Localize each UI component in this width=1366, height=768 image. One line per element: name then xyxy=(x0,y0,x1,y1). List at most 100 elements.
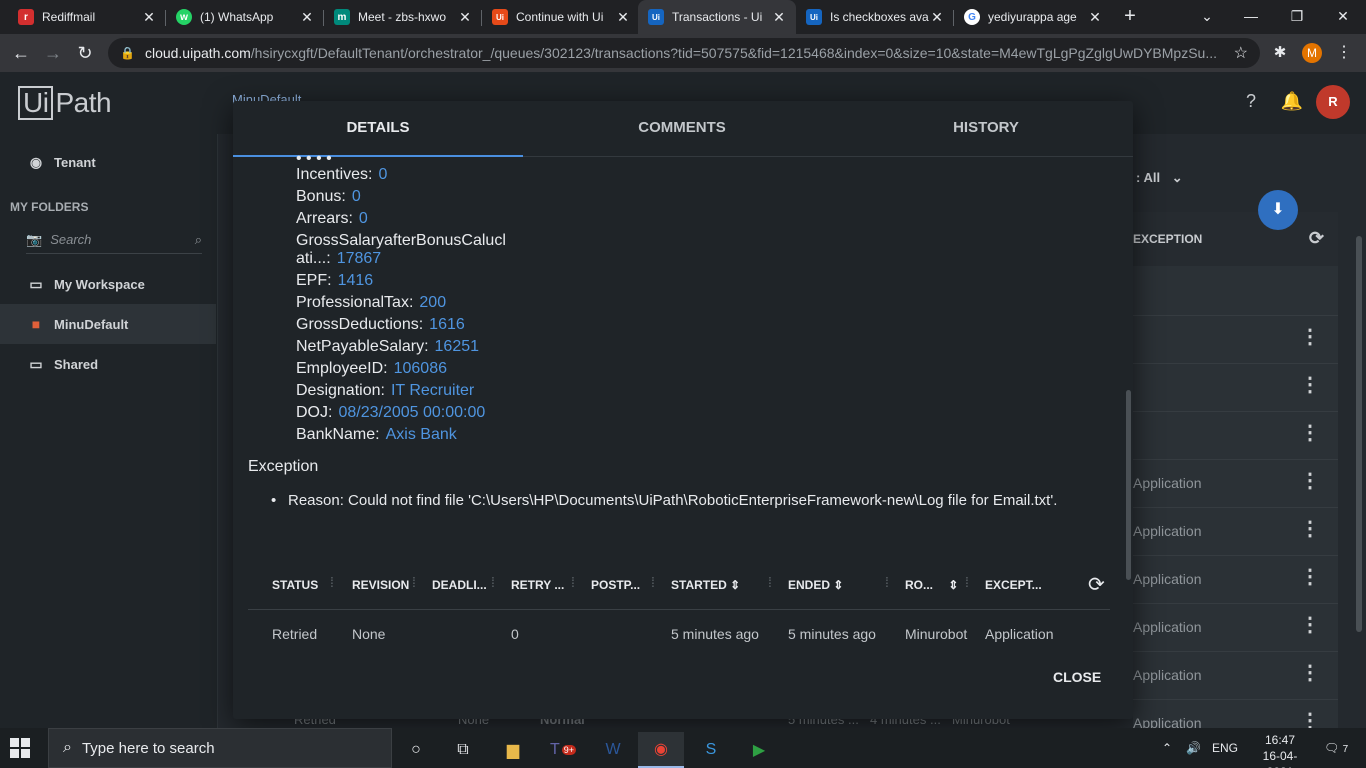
column-resize-handle[interactable]: ⁞ xyxy=(885,574,890,590)
download-button[interactable]: ⬇ xyxy=(1258,190,1298,230)
cortana-icon[interactable]: ○ xyxy=(393,732,439,768)
more-options-icon[interactable]: ⋮ xyxy=(1300,567,1320,587)
column-header-started[interactable]: STARTED ⇕ xyxy=(671,578,740,592)
close-button[interactable]: CLOSE xyxy=(1053,669,1101,685)
sidebar-item-shared[interactable]: ▭ Shared xyxy=(0,344,216,384)
transactions-grid: EXCEPTION ⟳ ⋮ ⋮ ⋮ Application ⋮ Applicati… xyxy=(1133,212,1338,731)
close-tab-icon[interactable]: ✕ xyxy=(772,9,786,26)
column-header-retry[interactable]: RETRY ... xyxy=(511,578,564,592)
uipath-studio-icon[interactable]: S xyxy=(688,732,734,768)
folder-search-input[interactable]: 📷 Search ⌕ xyxy=(26,226,202,254)
clock[interactable]: 16:47 16-04-2021 xyxy=(1250,732,1310,768)
task-view-icon[interactable]: ⧉ xyxy=(440,732,486,768)
volume-icon[interactable]: 🔊 xyxy=(1186,728,1201,768)
user-avatar[interactable]: R xyxy=(1316,85,1350,119)
sidebar-item-minudefault[interactable]: ■ MinuDefault xyxy=(0,304,216,344)
table-row[interactable]: ⋮ xyxy=(1133,315,1338,363)
reload-icon[interactable]: ↻ xyxy=(70,38,100,68)
notification-center-icon[interactable]: 🗨 7 xyxy=(1324,728,1348,768)
filter-dropdown[interactable]: : All ⌄ xyxy=(1136,170,1183,186)
restore-icon[interactable]: ❐ xyxy=(1274,0,1320,34)
dialog-scrollbar[interactable] xyxy=(1126,390,1131,580)
column-header-robot[interactable]: RO... ⇕ xyxy=(905,578,958,592)
table-row[interactable]: Application ⋮ xyxy=(1133,555,1338,603)
browser-tab[interactable]: r Rediffmail ✕ xyxy=(8,0,166,34)
table-row[interactable]: ⋮ xyxy=(1133,363,1338,411)
column-header-postpone[interactable]: POSTP... xyxy=(591,578,640,592)
field-value: 1616 xyxy=(429,316,465,333)
column-header-status[interactable]: STATUS xyxy=(272,578,318,592)
browser-tab[interactable]: w (1) WhatsApp ✕ xyxy=(166,0,324,34)
close-tab-icon[interactable]: ✕ xyxy=(142,9,156,26)
column-header-deadline[interactable]: DEADLI... xyxy=(432,578,487,592)
close-tab-icon[interactable]: ✕ xyxy=(300,9,314,26)
more-options-icon[interactable]: ⋮ xyxy=(1300,663,1320,683)
taskbar-search-input[interactable]: ⌕ Type here to search xyxy=(48,728,392,768)
browser-tab[interactable]: G yediyurappa age ✕ xyxy=(954,0,1112,34)
extensions-puzzle-icon[interactable]: ✱ xyxy=(1270,43,1290,63)
bookmark-star-icon[interactable]: ☆ xyxy=(1234,43,1248,63)
table-row[interactable]: Application ⋮ xyxy=(1133,507,1338,555)
tab-history[interactable]: HISTORY xyxy=(841,101,1131,157)
column-header-exception[interactable]: EXCEPTION xyxy=(1133,232,1202,246)
refresh-icon[interactable]: ⟳ xyxy=(1088,572,1105,597)
more-options-icon[interactable]: ⋮ xyxy=(1300,423,1320,443)
word-icon[interactable]: W xyxy=(590,732,636,768)
column-resize-handle[interactable]: ⁞ xyxy=(412,574,417,590)
windows-start-icon[interactable] xyxy=(10,738,30,758)
tray-chevron-icon[interactable]: ⌃ xyxy=(1162,728,1172,768)
dialog-tabs: DETAILS COMMENTS HISTORY xyxy=(233,101,1133,157)
more-options-icon[interactable]: ⋮ xyxy=(1300,615,1320,635)
table-row[interactable]: Application ⋮ xyxy=(1133,603,1338,651)
close-window-icon[interactable]: ✕ xyxy=(1320,0,1366,34)
uipath-logo[interactable]: Ui Path xyxy=(18,86,112,120)
more-options-icon[interactable]: ⋮ xyxy=(1300,471,1320,491)
column-header-exception[interactable]: EXCEPT... xyxy=(985,578,1042,592)
column-header-ended[interactable]: ENDED ⇕ xyxy=(788,578,843,592)
profile-avatar[interactable]: M xyxy=(1302,43,1322,63)
notification-bell-icon[interactable]: 🔔 xyxy=(1280,89,1304,113)
close-tab-icon[interactable]: ✕ xyxy=(1088,9,1102,26)
more-options-icon[interactable]: ⋮ xyxy=(1300,519,1320,539)
refresh-icon[interactable]: ⟳ xyxy=(1309,228,1324,248)
column-resize-handle[interactable]: ⁞ xyxy=(571,574,576,590)
column-header-revision[interactable]: REVISION xyxy=(352,578,409,592)
close-tab-icon[interactable]: ✕ xyxy=(616,9,630,26)
chrome-icon[interactable]: ◉ xyxy=(638,732,684,768)
address-bar[interactable]: 🔒 cloud.uipath.com /hsirycxgft/DefaultTe… xyxy=(108,38,1260,68)
input-language[interactable]: ENG xyxy=(1212,728,1238,768)
new-tab-button[interactable]: + xyxy=(1118,4,1142,28)
column-resize-handle[interactable]: ⁞ xyxy=(965,574,970,590)
browser-tab[interactable]: Ui Is checkboxes ava ✕ xyxy=(796,0,954,34)
close-tab-icon[interactable]: ✕ xyxy=(930,9,944,26)
help-icon[interactable]: ? xyxy=(1239,89,1263,113)
sidebar-item-tenant[interactable]: ◉ Tenant xyxy=(0,142,216,182)
minimize-icon[interactable]: — xyxy=(1228,0,1274,34)
more-options-icon[interactable]: ⋮ xyxy=(1300,375,1320,395)
forward-arrow-icon[interactable]: → xyxy=(38,38,68,68)
tab-search-icon[interactable]: ⌄ xyxy=(1184,0,1230,34)
column-resize-handle[interactable]: ⁞ xyxy=(651,574,656,590)
browser-tab-active[interactable]: Ui Transactions - Ui ✕ xyxy=(638,0,796,34)
close-tab-icon[interactable]: ✕ xyxy=(458,9,472,26)
table-row[interactable]: Application ⋮ xyxy=(1133,459,1338,507)
field-value: 106086 xyxy=(393,360,447,377)
page-scrollbar[interactable] xyxy=(1356,236,1362,632)
sidebar-item-my-workspace[interactable]: ▭ My Workspace xyxy=(0,264,216,304)
teams-icon[interactable]: T 9+ xyxy=(540,732,586,768)
browser-tab[interactable]: m Meet - zbs-hxwo ✕ xyxy=(324,0,482,34)
file-explorer-icon[interactable]: ▆ xyxy=(490,732,536,768)
back-arrow-icon[interactable]: ← xyxy=(6,38,36,68)
uipath-assistant-icon[interactable]: ▶ xyxy=(736,732,782,768)
browser-tab[interactable]: Ui Continue with Ui ✕ xyxy=(482,0,640,34)
column-resize-handle[interactable]: ⁞ xyxy=(330,574,335,590)
column-resize-handle[interactable]: ⁞ xyxy=(491,574,496,590)
tab-comments[interactable]: COMMENTS xyxy=(537,101,827,157)
tab-details[interactable]: DETAILS xyxy=(233,101,523,157)
browser-menu-icon[interactable]: ⋮ xyxy=(1334,43,1354,63)
column-resize-handle[interactable]: ⁞ xyxy=(768,574,773,590)
table-row[interactable]: Retried None 0 5 minutes ago 5 minutes a… xyxy=(248,610,1110,660)
table-row[interactable]: ⋮ xyxy=(1133,411,1338,459)
more-options-icon[interactable]: ⋮ xyxy=(1300,327,1320,347)
table-row[interactable]: Application ⋮ xyxy=(1133,651,1338,699)
